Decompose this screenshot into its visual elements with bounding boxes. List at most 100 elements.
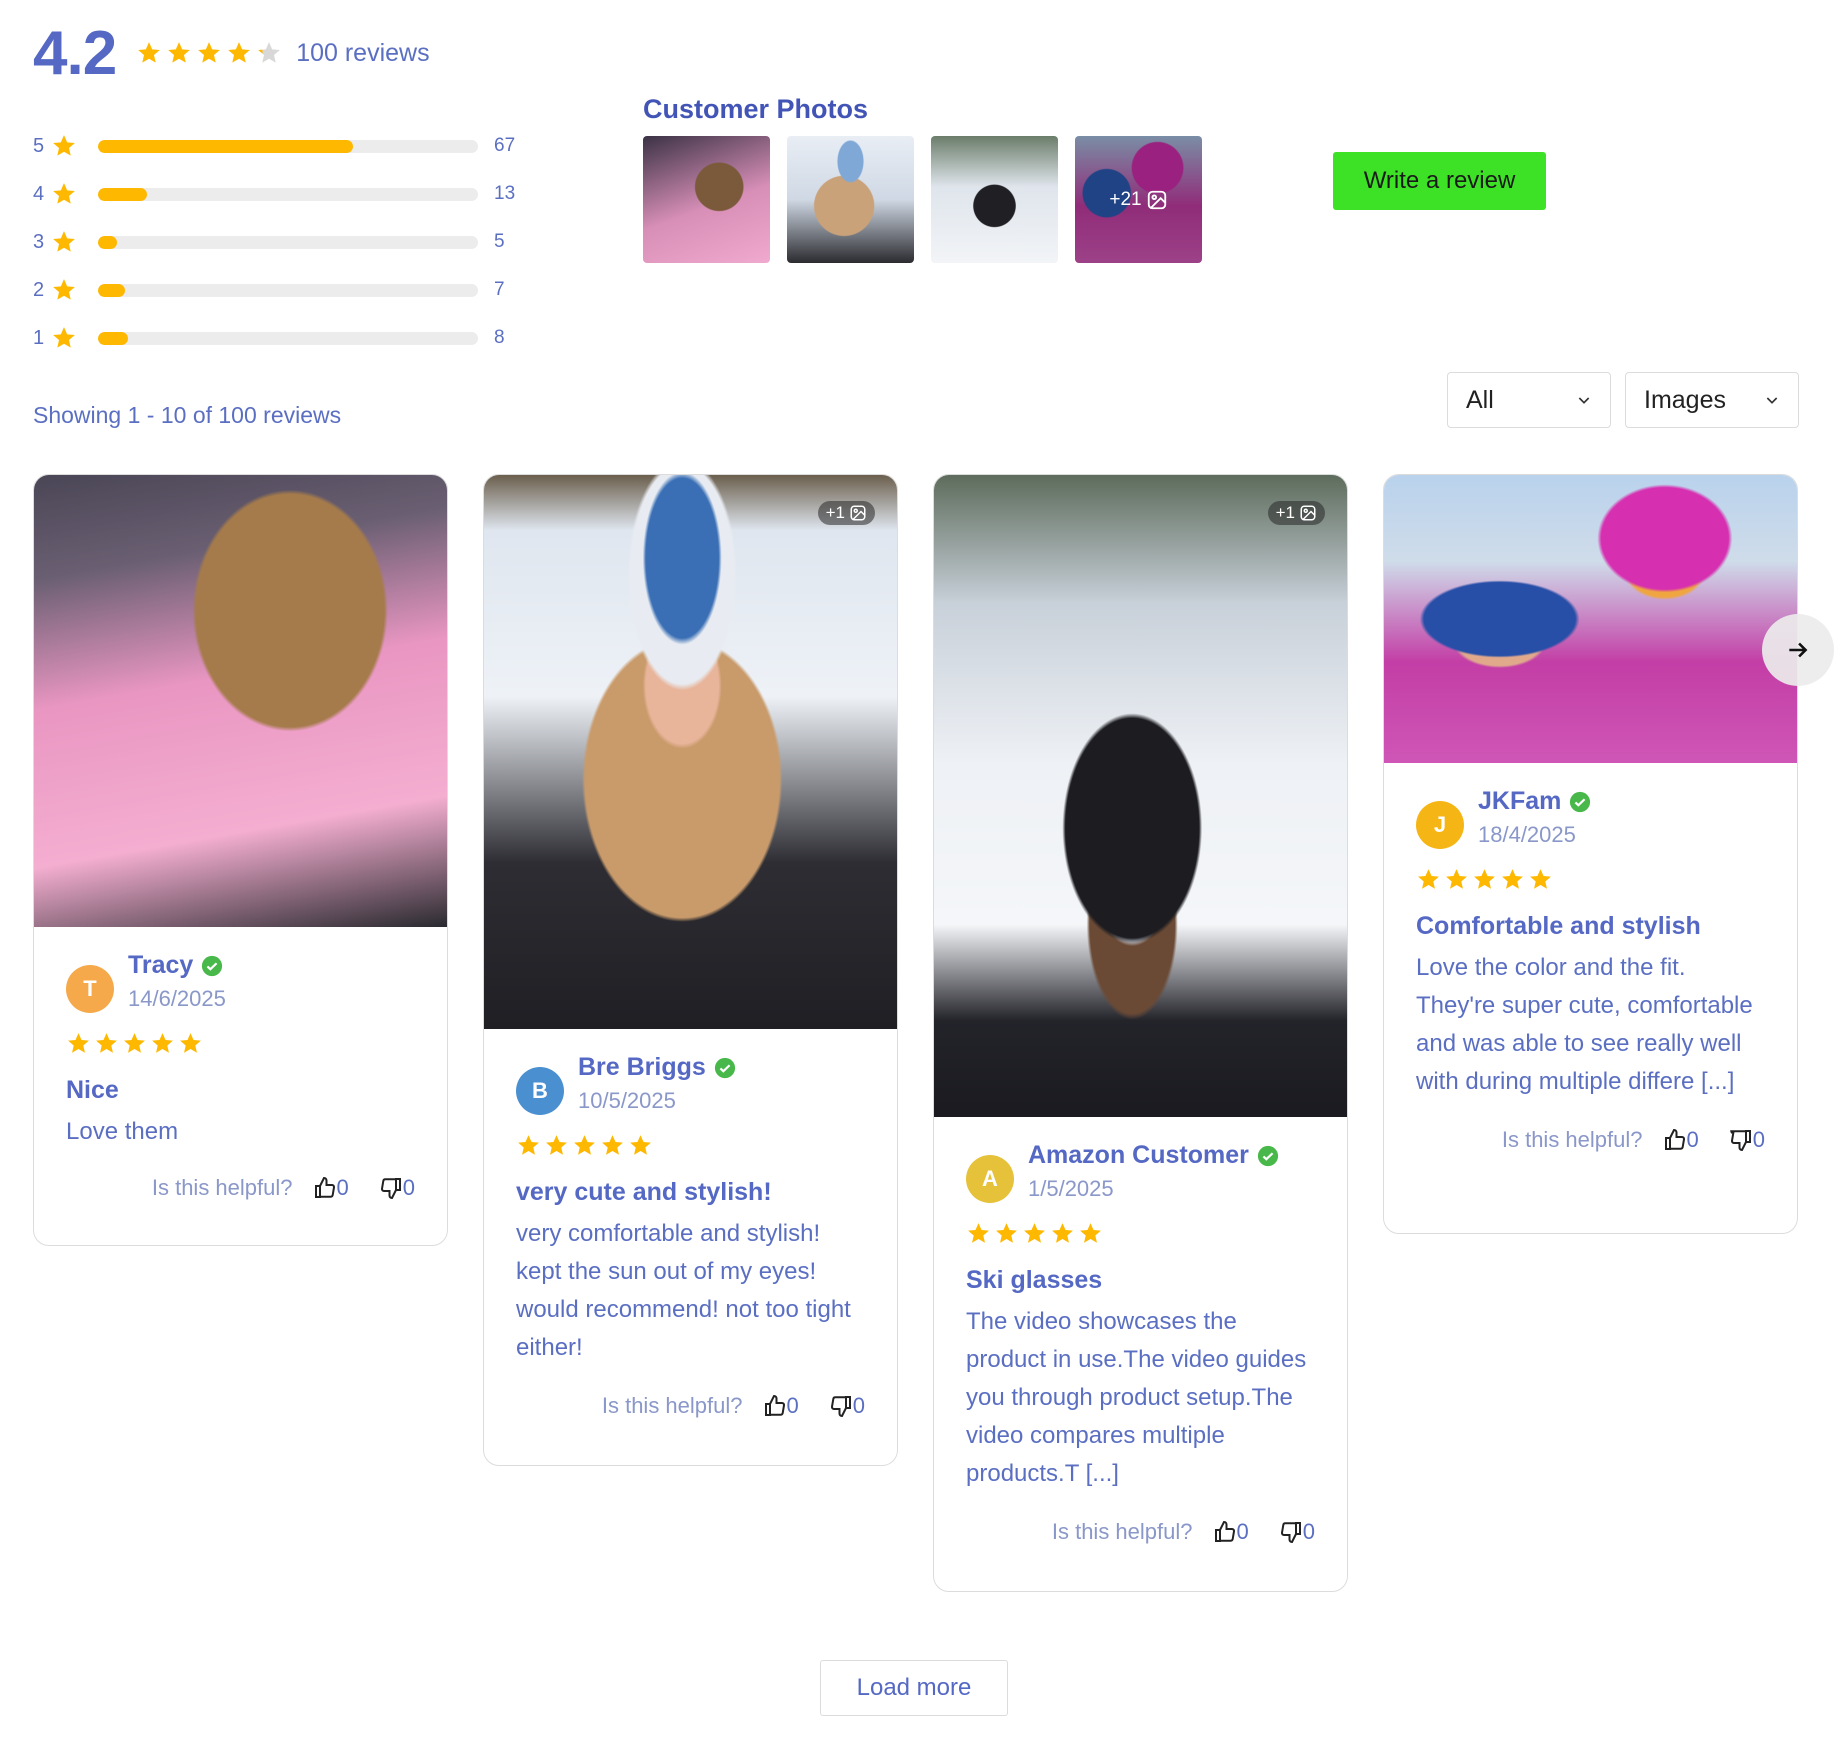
review-photo[interactable] <box>1384 475 1797 763</box>
star-icon <box>516 1133 541 1158</box>
photo-thumbnail[interactable] <box>787 136 914 263</box>
review-card[interactable]: +1 A Amazon Customer 1/5/2025 Ski glasse… <box>933 474 1348 1592</box>
verified-icon <box>1570 791 1591 812</box>
customer-photos: Customer Photos +21 <box>643 94 1202 263</box>
thumbs-down-button[interactable]: 0 <box>829 1393 865 1419</box>
thumbs-down-icon <box>830 1396 851 1418</box>
review-stars <box>1416 867 1765 892</box>
thumbs-up-button[interactable]: 0 <box>1663 1127 1699 1153</box>
helpful-row: Is this helpful? 0 0 <box>516 1393 865 1419</box>
star-partial-icon <box>256 40 282 66</box>
histogram-count: 8 <box>494 327 505 348</box>
histogram-bar-fill <box>98 187 148 201</box>
review-text: very comfortable and stylish! kept the s… <box>516 1220 851 1361</box>
image-count-badge: +1 <box>817 501 875 525</box>
review-text: The video showcases the product in use.T… <box>966 1308 1307 1487</box>
reviewer-name-text: Bre Briggs <box>578 1053 706 1081</box>
star-icon <box>196 40 222 66</box>
star-icon <box>628 1133 653 1158</box>
star-icon <box>1078 1221 1103 1246</box>
average-score: 4.2 <box>33 18 117 88</box>
reviewer-name: Bre Briggs <box>578 1053 736 1082</box>
image-count-badge: +1 <box>1267 501 1325 525</box>
star-icon <box>51 325 77 351</box>
thumbs-up-button[interactable]: 0 <box>763 1393 799 1419</box>
review-photo[interactable] <box>34 475 447 927</box>
review-title: Ski glasses <box>966 1266 1103 1294</box>
thumbs-up-icon <box>314 1176 335 1198</box>
star-icon <box>178 1031 203 1056</box>
review-card[interactable]: +1 B Bre Briggs 10/5/2025 very cute and … <box>483 474 898 1466</box>
histogram-row[interactable]: 5 67 <box>33 122 534 170</box>
thumbs-up-button[interactable]: 0 <box>1213 1519 1249 1545</box>
avatar: B <box>516 1067 564 1115</box>
histogram-row[interactable]: 4 13 <box>33 170 534 218</box>
star-icon <box>94 1031 119 1056</box>
load-more-button[interactable]: Load more <box>820 1660 1008 1716</box>
review-date: 1/5/2025 <box>1028 1176 1114 1201</box>
review-date: 18/4/2025 <box>1478 822 1576 847</box>
chevron-down-icon <box>1766 397 1778 404</box>
histogram-row[interactable]: 18 <box>33 314 534 362</box>
histogram-star-label: 3 <box>33 230 45 253</box>
star-icon <box>600 1133 625 1158</box>
review-title: Nice <box>66 1076 119 1104</box>
thumbs-down-button[interactable]: 0 <box>1279 1519 1315 1545</box>
review-title: Comfortable and stylish <box>1416 912 1701 940</box>
review-date: 10/5/2025 <box>578 1088 676 1113</box>
rating-filter-select[interactable]: All <box>1447 372 1611 428</box>
histogram-row[interactable]: 27 <box>33 266 534 314</box>
more-photos-overlay: +21 <box>1075 136 1202 263</box>
review-date: 14/6/2025 <box>128 986 226 1011</box>
star-icon <box>1472 867 1497 892</box>
verified-icon <box>1257 1145 1278 1166</box>
thumbs-up-button[interactable]: 0 <box>313 1175 349 1201</box>
avatar: A <box>966 1155 1014 1203</box>
histogram-bar-track <box>98 139 478 153</box>
photo-thumbnail[interactable] <box>931 136 1058 263</box>
star-icon <box>136 40 162 66</box>
arrow-right-icon <box>1789 642 1808 658</box>
histogram-bar-fill <box>98 283 125 297</box>
helpful-row: Is this helpful? 0 0 <box>1416 1127 1765 1153</box>
thumbs-up-count: 0 <box>1236 1519 1249 1544</box>
showing-count: Showing 1 - 10 of 100 reviews <box>33 402 342 428</box>
helpful-label: Is this helpful? <box>1501 1127 1643 1152</box>
review-photo[interactable]: +1 <box>934 475 1347 1117</box>
histogram-count: 67 <box>494 135 516 156</box>
star-icon <box>51 229 77 255</box>
media-filter-select[interactable]: Images <box>1625 372 1799 428</box>
review-card[interactable]: T Tracy 14/6/2025 Nice Love them Is this… <box>33 474 448 1246</box>
star-icon <box>166 40 192 66</box>
image-count: +1 <box>825 503 845 522</box>
thumbs-down-icon <box>380 1178 401 1200</box>
star-icon <box>1050 1221 1075 1246</box>
photo-thumbnail[interactable] <box>643 136 770 263</box>
rating-filter-value: All <box>1466 385 1494 414</box>
histogram-star-label: 1 <box>33 326 45 349</box>
thumbs-down-button[interactable]: 0 <box>1729 1127 1765 1153</box>
photo-thumbnail-more[interactable]: +21 <box>1075 136 1202 263</box>
reviewer-name-text: JKFam <box>1478 787 1562 815</box>
write-review-button[interactable]: Write a review <box>1333 152 1546 210</box>
histogram-bar-track <box>98 187 478 201</box>
thumbs-down-icon <box>1729 1130 1751 1152</box>
thumbs-up-icon <box>1214 1520 1235 1542</box>
carousel-next-button[interactable] <box>1762 614 1834 686</box>
thumbs-down-button[interactable]: 0 <box>379 1175 415 1201</box>
reviewer-name-text: Tracy <box>128 951 194 979</box>
review-card[interactable]: J JKFam 18/4/2025 Comfortable and stylis… <box>1383 474 1798 1234</box>
histogram-row[interactable]: 35 <box>33 218 534 266</box>
histogram-count: 13 <box>494 183 516 204</box>
chevron-down-icon <box>1578 397 1590 404</box>
verified-icon <box>714 1057 735 1078</box>
star-icon <box>994 1221 1019 1246</box>
histogram-bar-fill <box>98 331 129 345</box>
histogram-star-label: 5 <box>33 134 45 157</box>
reviewer-name: JKFam <box>1478 787 1591 816</box>
star-icon <box>226 40 252 66</box>
review-count: 100 reviews <box>296 38 430 67</box>
review-photo[interactable]: +1 <box>484 475 897 1029</box>
customer-photos-title: Customer Photos <box>643 94 869 124</box>
photo-thumbnails: +21 <box>643 136 1202 263</box>
